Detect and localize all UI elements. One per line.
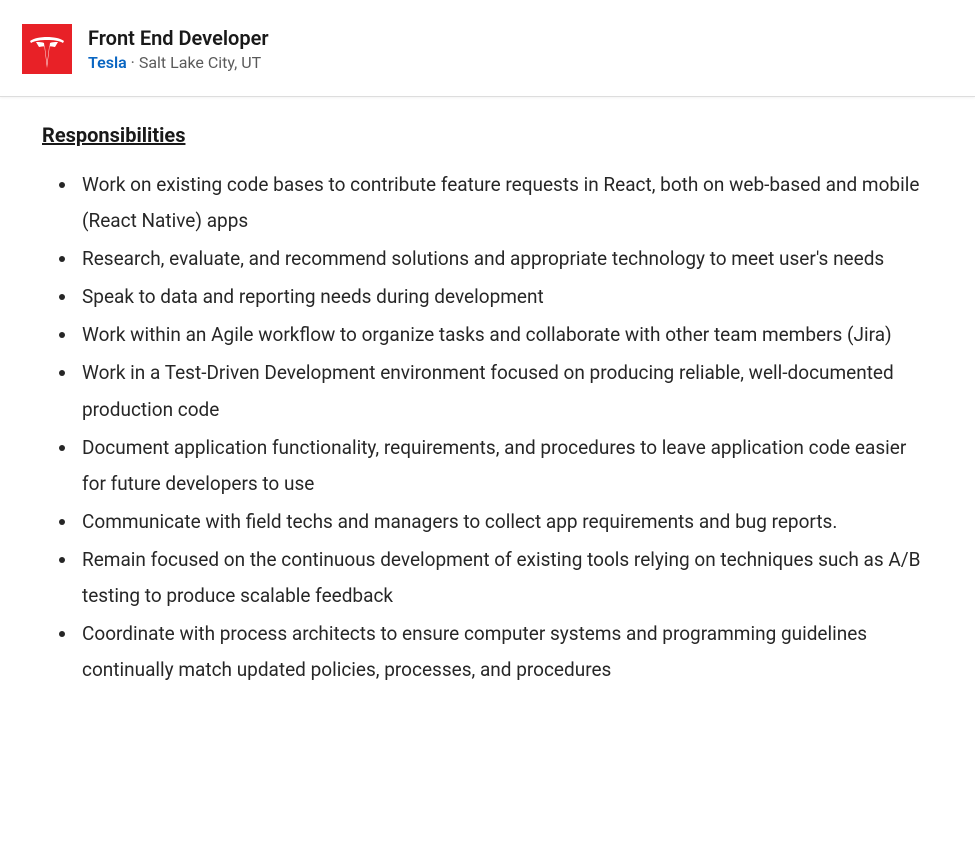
list-item: Research, evaluate, and recommend soluti… bbox=[78, 241, 933, 277]
job-subline: Tesla · Salt Lake City, UT bbox=[88, 53, 269, 74]
job-description: Responsibilities Work on existing code b… bbox=[0, 97, 975, 710]
list-item: Communicate with field techs and manager… bbox=[78, 504, 933, 540]
responsibilities-list: Work on existing code bases to contribut… bbox=[42, 167, 933, 688]
list-item: Work on existing code bases to contribut… bbox=[78, 167, 933, 239]
list-item: Document application functionality, requ… bbox=[78, 430, 933, 502]
list-item: Remain focused on the continuous develop… bbox=[78, 542, 933, 614]
list-item: Speak to data and reporting needs during… bbox=[78, 279, 933, 315]
list-item: Work in a Test-Driven Development enviro… bbox=[78, 355, 933, 427]
section-heading: Responsibilities bbox=[42, 123, 933, 147]
list-item: Coordinate with process architects to en… bbox=[78, 616, 933, 688]
company-link[interactable]: Tesla bbox=[88, 53, 127, 72]
header-text-block: Front End Developer Tesla · Salt Lake Ci… bbox=[88, 25, 269, 74]
list-item: Work within an Agile workflow to organiz… bbox=[78, 317, 933, 353]
job-location: Salt Lake City, UT bbox=[139, 53, 261, 72]
company-logo-icon bbox=[22, 24, 72, 74]
separator: · bbox=[127, 53, 139, 72]
job-title: Front End Developer bbox=[88, 25, 269, 51]
job-header: Front End Developer Tesla · Salt Lake Ci… bbox=[0, 0, 975, 97]
